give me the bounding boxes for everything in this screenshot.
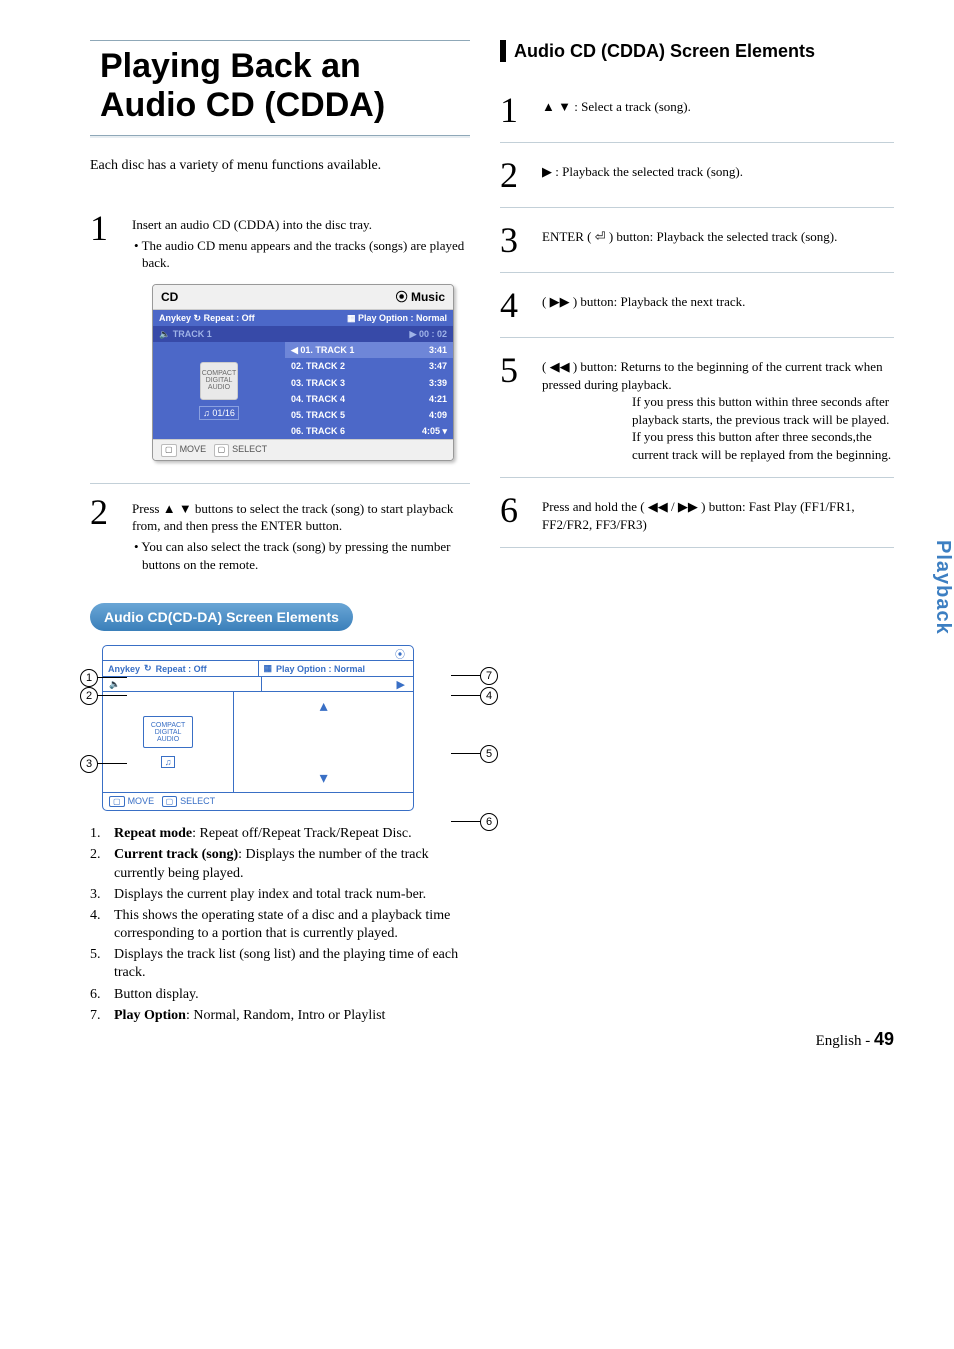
- wire-playopt: Play Option : Normal: [276, 664, 365, 674]
- cd-category: ⦿ Music: [396, 289, 445, 305]
- arrow-down-icon: ▾: [320, 768, 328, 788]
- section-capsule: Audio CD(CD-DA) Screen Elements: [90, 603, 353, 631]
- intro-text: Each disc has a variety of menu function…: [90, 158, 470, 174]
- callout-7: 7: [480, 667, 498, 685]
- track-time: ▶ 00 : 02: [410, 328, 447, 340]
- disc-icon: COMPACT DIGITAL AUDIO: [200, 362, 238, 400]
- right-step-4: 4 ( ▶▶ ) button: Playback the next track…: [500, 273, 894, 338]
- playoption-label: ▦ Play Option : Normal: [347, 312, 447, 324]
- list-item: 3.Displays the current play index and to…: [90, 886, 470, 904]
- step-sub-text: • You can also select the track (song) b…: [132, 538, 470, 573]
- heading-bar-icon: [500, 40, 506, 62]
- right-step-3: 3 ENTER ( ⏎ ) button: Playback the selec…: [500, 208, 894, 273]
- list-item: 4.This shows the operating state of a di…: [90, 907, 470, 943]
- explanations-list: 1.Repeat mode: Repeat off/Repeat Track/R…: [90, 825, 470, 1025]
- right-step-2: 2 ▶ : Playback the selected track (song)…: [500, 143, 894, 208]
- step-text: ( ▶▶ ) button: Playback the next track.: [542, 287, 894, 323]
- callout-4: 4: [480, 687, 498, 705]
- step-sub-text: • The audio CD menu appears and the trac…: [132, 237, 470, 272]
- repeat-label: Repeat : Off: [204, 313, 255, 323]
- list-item: 7.Play Option: Normal, Random, Intro or …: [90, 1007, 470, 1025]
- list-item: 1.Repeat mode: Repeat off/Repeat Track/R…: [90, 825, 470, 843]
- page-title: Playing Back an Audio CD (CDDA): [90, 40, 470, 136]
- callout-3: 3: [80, 755, 98, 773]
- wire-repeat: Repeat : Off: [156, 664, 207, 674]
- left-step-2: 2 Press ▲ ▼ buttons to select the track …: [90, 483, 470, 583]
- current-track: TRACK 1: [173, 329, 212, 339]
- wireframe-diagram: 1 2 3 7 4 5 6 ⦿ Anykey ↻ Repeat : Off ▦ …: [102, 645, 470, 811]
- disc-icon: COMPACT DIGITAL AUDIO: [143, 716, 193, 748]
- right-step-1: 1 ▲ ▼ : Select a track (song).: [500, 78, 894, 143]
- left-step-1: 1 Insert an audio CD (CDDA) into the dis…: [90, 200, 470, 483]
- step-number: 2: [500, 157, 528, 193]
- track-counter: ♫ 01/16: [199, 406, 239, 420]
- step-number: 3: [500, 222, 528, 258]
- track-list: ◀ 01. TRACK 13:41 02. TRACK 23:47 03. TR…: [285, 342, 453, 439]
- list-item: 5.Displays the track list (song list) an…: [90, 946, 470, 982]
- step-text: ( ◀◀ ) button: Returns to the beginning …: [542, 358, 894, 393]
- wire-counter: ♫: [161, 756, 176, 768]
- cd-screenshot: CD ⦿ Music Anykey ↻ Repeat : Off ▦ Play …: [152, 284, 454, 461]
- list-item: 6.Button display.: [90, 986, 470, 1004]
- step-number: 2: [90, 494, 118, 573]
- page-footer: English - 49: [816, 1029, 894, 1050]
- callout-5: 5: [480, 745, 498, 763]
- callout-1: 1: [80, 669, 98, 687]
- arrow-up-icon: ▴: [320, 696, 328, 716]
- wire-footer: ▢MOVE ▢SELECT: [103, 792, 413, 810]
- step-main-text: Insert an audio CD (CDDA) into the disc …: [132, 216, 470, 234]
- step-number: 1: [500, 92, 528, 128]
- step-text: ▶ : Playback the selected track (song).: [542, 157, 894, 193]
- step-text: ▲ ▼ : Select a track (song).: [542, 92, 894, 128]
- cd-footer: ▢MOVE ▢SELECT: [153, 439, 453, 460]
- side-tab: Playback: [931, 540, 954, 635]
- callout-6: 6: [480, 813, 498, 831]
- step-text: Press and hold the ( ◀◀ / ▶▶ ) button: F…: [542, 492, 894, 533]
- cd-title: CD: [161, 289, 178, 305]
- step-extra-text: If you press this button within three se…: [542, 393, 894, 463]
- right-section-heading: Audio CD (CDDA) Screen Elements: [500, 40, 894, 62]
- step-text: ENTER ( ⏎ ) button: Playback the selecte…: [542, 222, 894, 258]
- right-step-5: 5 ( ◀◀ ) button: Returns to the beginnin…: [500, 338, 894, 478]
- step-number: 1: [90, 210, 118, 473]
- list-item: 2.Current track (song): Displays the num…: [90, 846, 470, 882]
- step-main-text: Press ▲ ▼ buttons to select the track (s…: [132, 500, 470, 535]
- step-number: 6: [500, 492, 528, 533]
- step-number: 4: [500, 287, 528, 323]
- right-step-6: 6 Press and hold the ( ◀◀ / ▶▶ ) button:…: [500, 478, 894, 548]
- step-number: 5: [500, 352, 528, 463]
- callout-2: 2: [80, 687, 98, 705]
